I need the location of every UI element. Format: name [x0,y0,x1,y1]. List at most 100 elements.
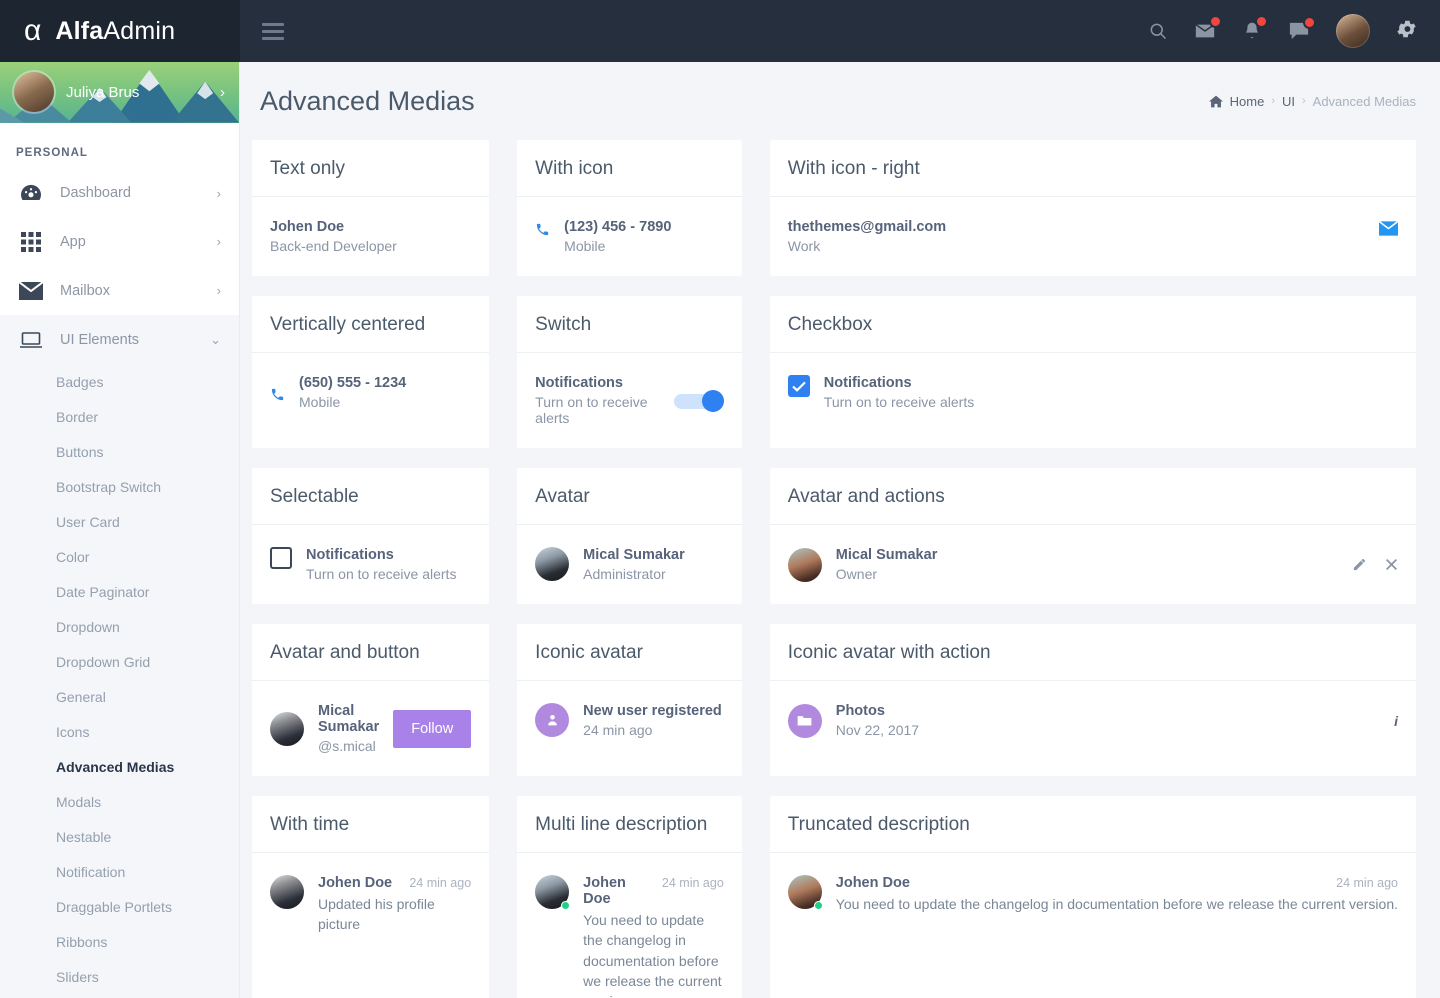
card-body: Photos Nov 22, 2017 i [770,681,1416,760]
media-item: New user registered 24 min ago [535,703,724,738]
pencil-icon[interactable] [1352,557,1367,572]
breadcrumb-separator: › [1301,95,1306,107]
sidebar-item-label: UI Elements [60,331,139,348]
sidebar-subitem-ribbons[interactable]: Ribbons [0,924,239,959]
bell-icon[interactable] [1242,15,1268,42]
media-title: Mical Sumakar [583,547,685,563]
sidebar-subitem-icons[interactable]: Icons [0,714,239,749]
sidebar-submenu: Badges Border Buttons Bootstrap Switch U… [0,364,239,998]
breadcrumb-current: Advanced Medias [1312,93,1416,109]
phone-icon [535,219,550,237]
card-title: Iconic avatar [517,624,742,681]
card-body: Notifications Turn on to receive alerts [770,353,1416,432]
sidebar-item-mailbox[interactable]: Mailbox › [0,266,239,315]
media-title: New user registered [583,703,722,719]
breadcrumb-home[interactable]: Home [1230,94,1265,109]
sidebar-section-label: PERSONAL [16,146,88,159]
laptop-icon [18,331,44,349]
chevron-down-icon: ⌄ [210,331,221,347]
notifications-toggle[interactable] [673,389,724,412]
grid-icon [18,231,44,252]
breadcrumb: Home › UI › Advanced Medias [1208,93,1416,109]
card-title: With icon - right [769,140,1416,197]
timestamp: 24 min ago [661,876,724,890]
card-avatar-and-actions: Avatar and actions Mical Sumakar Owner [769,468,1416,604]
media-item: Mical Sumakar @s.mical Follow [270,703,472,754]
media-text: thethemes@gmail.com Work [788,219,1365,254]
media-text: Notifications Turn on to receive alerts [306,547,471,582]
media-item: Mical Sumakar Administrator [535,547,724,582]
notifications-checkbox[interactable] [270,547,292,569]
page-title: Advanced Medias [260,85,475,116]
folder-icon [787,703,822,738]
profile-avatar [14,72,54,113]
sidebar-item-ui-elements[interactable]: UI Elements ⌄ [0,315,239,365]
phone-icon [270,384,285,402]
avatar[interactable] [1336,14,1370,48]
alpha-logo-icon: α [24,14,42,47]
chat-icon[interactable] [1288,16,1316,41]
sidebar-item-app[interactable]: App › [0,217,239,266]
info-icon[interactable]: i [1394,713,1398,729]
media-text: Johen Doe 24 min ago Updated his profile… [318,875,471,935]
card-title: Truncated description [769,796,1416,853]
avatar [535,875,571,910]
search-icon[interactable] [1148,21,1168,41]
sidebar-subitem-nestable[interactable]: Nestable [0,819,239,854]
card-body: thethemes@gmail.com Work [770,197,1416,276]
sidebar-subitem-color[interactable]: Color [0,539,239,574]
media-subtitle: Back-end Developer [270,238,397,254]
toggle-knob [701,389,724,412]
sidebar-subitem-dropdown[interactable]: Dropdown [0,609,239,644]
sidebar-subitem-bootstrap-switch[interactable]: Bootstrap Switch [0,469,239,504]
media-item: Johen Doe 24 min ago You need to update … [535,875,724,998]
sidebar-profile[interactable]: Juliya Brus › [0,62,239,123]
speedometer-icon [18,183,44,203]
sidebar-subitem-badges[interactable]: Badges [0,364,239,399]
media-description: You need to update the changelog in docu… [835,896,1398,912]
media-subtitle: Turn on to receive alerts [535,394,648,426]
sidebar-subitem-buttons[interactable]: Buttons [0,434,239,469]
follow-button[interactable]: Follow [393,709,472,748]
breadcrumb-separator: › [1271,95,1275,107]
card-with-icon-right: With icon - right thethemes@gmail.com Wo… [769,140,1416,276]
avatar [787,547,822,582]
sidebar-item-label: Dashboard [60,185,131,201]
media-item: Notifications Turn on to receive alerts [535,375,724,426]
timestamp: 24 min ago [1336,876,1398,890]
sidebar-subitem-date-paginator[interactable]: Date Paginator [0,574,239,609]
hamburger-icon[interactable] [262,22,284,40]
brand-light: Admin [103,16,176,45]
media-title: Mical Sumakar [318,703,380,735]
sidebar-subitem-sliders[interactable]: Sliders [0,959,239,994]
row-actions [1352,557,1398,572]
mail-icon[interactable] [1194,15,1222,42]
media-text: Mical Sumakar Owner [836,547,1338,582]
sidebar-subitem-advanced-medias[interactable]: Advanced Medias [0,749,239,784]
sidebar-subitem-notification[interactable]: Notification [0,854,239,889]
breadcrumb-ui[interactable]: UI [1282,94,1295,109]
brand-area[interactable]: α AlfaAdmin [0,0,240,62]
card-vertically-centered: Vertically centered (650) 555 - 1234 Mob… [252,296,490,448]
media-item: Johen Doe Back-end Developer [270,219,471,254]
notifications-checkbox[interactable] [787,375,810,397]
media-text: (123) 456 - 7890 Mobile [564,219,724,254]
card-body: Johen Doe 24 min ago You need to update … [517,853,742,998]
media-subtitle: Turn on to receive alerts [823,394,975,410]
sidebar-subitem-draggable-portlets[interactable]: Draggable Portlets [0,889,239,924]
gear-icon[interactable] [1396,18,1418,45]
sidebar-subitem-general[interactable]: General [0,679,239,714]
brand-title: AlfaAdmin [55,17,175,46]
sidebar-subitem-dropdown-grid[interactable]: Dropdown Grid [0,644,239,679]
sidebar-subitem-modals[interactable]: Modals [0,784,239,819]
close-icon[interactable] [1385,558,1398,571]
sidebar-item-dashboard[interactable]: Dashboard › [0,169,239,218]
media-text: Notifications Turn on to receive alerts [824,375,1398,410]
media-subtitle: Turn on to receive alerts [306,566,457,582]
sidebar-subitem-border[interactable]: Border [0,399,239,434]
mail-icon[interactable] [1379,219,1398,236]
card-title: With icon [517,140,742,197]
sidebar-subitem-user-card[interactable]: User Card [0,504,239,539]
chevron-right-icon[interactable]: › [220,84,225,101]
media-description: You need to update the changelog in docu… [583,912,722,998]
